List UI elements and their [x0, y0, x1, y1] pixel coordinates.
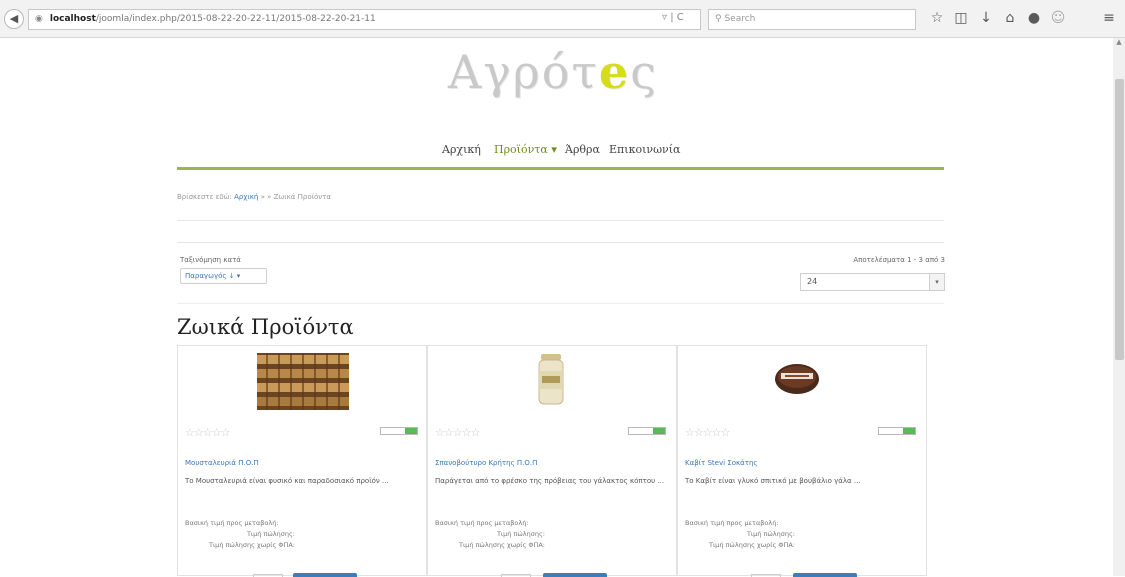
rating-stars: ☆☆☆☆☆ — [435, 426, 480, 439]
toggle-knob — [903, 428, 915, 434]
divider — [177, 303, 944, 304]
product-image[interactable] — [773, 358, 821, 396]
toggle-knob — [405, 428, 417, 434]
page-title: Ζωικά Προϊόντα — [177, 315, 354, 339]
price-without-vat-label: Τιμή πώλησης χωρίς ΦΠΑ: — [459, 541, 545, 549]
sale-price-label: Τιμή πώλησης: — [746, 530, 795, 538]
url-path: /joomla/index.php/2015-08-22-20-22-11/20… — [95, 14, 376, 24]
url-host: localhost — [49, 14, 96, 24]
add-to-cart-button[interactable] — [293, 573, 357, 577]
product-name-link[interactable]: Μουσταλευριά Π.Ο.Π — [185, 459, 259, 467]
product-card: ☆☆☆☆☆ Καβίτ Stevi Σοκάτης Το Καβίτ είναι… — [677, 345, 927, 577]
favorite-toggle[interactable] — [380, 427, 418, 435]
breadcrumb: Βρίσκεστε εδώ: Αρχική » » Ζωικά Προϊόντα — [177, 193, 331, 201]
home-icon[interactable]: ⌂ — [1001, 9, 1019, 27]
nav-item-articles[interactable]: Άρθρα — [565, 143, 600, 156]
price-without-vat-label: Τιμή πώλησης χωρίς ΦΠΑ: — [209, 541, 295, 549]
logo-accent: e — [598, 45, 631, 99]
favorite-toggle[interactable] — [628, 427, 666, 435]
logo-end: ς — [630, 45, 658, 99]
product-prices: Βασική τιμή προς μεταβολή: Τιμή πώλησης:… — [185, 518, 295, 551]
rating-stars: ☆☆☆☆☆ — [685, 426, 730, 439]
search-input[interactable]: ⚲ Search — [708, 9, 916, 30]
nav-item-home[interactable]: Αρχική — [442, 143, 481, 156]
nav-item-contact[interactable]: Επικοινωνία — [609, 143, 680, 156]
chat-icon[interactable]: ● — [1025, 9, 1043, 27]
product-prices: Βασική τιμή προς μεταβολή: Τιμή πώλησης:… — [685, 518, 795, 551]
product-name-link[interactable]: Σπανοβούτυρο Κρήτης Π.Ο.Π — [435, 459, 537, 467]
add-to-cart-button[interactable] — [793, 573, 857, 577]
favorite-toggle[interactable] — [878, 427, 916, 435]
base-price-label: Βασική τιμή προς μεταβολή: — [685, 519, 779, 527]
scrollbar-thumb[interactable] — [1115, 79, 1124, 360]
limit-select[interactable]: 24 ▾ — [800, 273, 945, 291]
search-placeholder: Search — [724, 14, 756, 24]
product-description: Το Μουσταλευριά είναι φυσικό και παραδοσ… — [185, 477, 389, 485]
product-name-link[interactable]: Καβίτ Stevi Σοκάτης — [685, 459, 758, 467]
breadcrumb-prefix: Βρίσκεστε εδώ: — [177, 193, 232, 201]
price-without-vat-label: Τιμή πώλησης χωρίς ΦΠΑ: — [709, 541, 795, 549]
menu-icon[interactable]: ≡ — [1100, 9, 1118, 27]
clipboard-icon[interactable]: ◫ — [952, 9, 970, 27]
product-image[interactable] — [257, 353, 349, 410]
search-icon: ⚲ — [715, 14, 722, 24]
logo-text: Αγρότ — [448, 45, 599, 99]
bookmark-star-icon[interactable]: ☆ — [928, 9, 946, 27]
breadcrumb-current: Ζωικά Προϊόντα — [273, 193, 331, 201]
browser-toolbar: ◀ ◉ localhost/joomla/index.php/2015-08-2… — [0, 0, 1125, 38]
nav-item-products[interactable]: Προϊόντα ▾ — [494, 143, 557, 156]
sort-select[interactable]: Παραγωγός ↓ ▾ — [180, 268, 267, 284]
product-card: ☆☆☆☆☆ Μουσταλευριά Π.Ο.Π Το Μουσταλευριά… — [177, 345, 427, 577]
site-info-icon[interactable]: ◉ — [35, 10, 47, 29]
results-count: Αποτελέσματα 1 - 3 από 3 — [853, 256, 945, 264]
site-logo[interactable]: Αγρότeς — [423, 45, 683, 99]
product-image[interactable] — [537, 354, 565, 407]
breadcrumb-home-link[interactable]: Αρχική — [234, 193, 258, 201]
toggle-knob — [653, 428, 665, 434]
sort-label: Ταξινόμηση κατά — [180, 256, 241, 264]
reload-icon[interactable]: ▿ | C — [662, 12, 684, 23]
divider — [177, 242, 944, 243]
add-to-cart-button[interactable] — [543, 573, 607, 577]
base-price-label: Βασική τιμή προς μεταβολή: — [435, 519, 529, 527]
rating-stars: ☆☆☆☆☆ — [185, 426, 230, 439]
scroll-up-icon[interactable]: ▲ — [1113, 38, 1125, 48]
product-card: ☆☆☆☆☆ Σπανοβούτυρο Κρήτης Π.Ο.Π Παράγετα… — [427, 345, 677, 577]
product-description: Το Καβίτ είναι γλυκό σπιτικό με βουβάλιο… — [685, 477, 861, 485]
chevron-down-icon[interactable]: ▾ — [929, 274, 944, 290]
back-icon[interactable]: ◀ — [4, 9, 24, 29]
sale-price-label: Τιμή πώλησης: — [496, 530, 545, 538]
nav-divider — [177, 167, 944, 170]
smiley-icon[interactable]: ☺ — [1049, 9, 1067, 27]
sale-price-label: Τιμή πώλησης: — [246, 530, 295, 538]
base-price-label: Βασική τιμή προς μεταβολή: — [185, 519, 279, 527]
url-bar[interactable]: ◉ localhost/joomla/index.php/2015-08-22-… — [28, 9, 701, 30]
download-icon[interactable]: ↓ — [977, 9, 995, 27]
divider — [177, 220, 944, 221]
limit-value: 24 — [807, 277, 818, 286]
product-description: Παράγεται από το φρέσκο της πρόβειας του… — [435, 477, 665, 485]
breadcrumb-separator: » » — [260, 193, 272, 201]
product-prices: Βασική τιμή προς μεταβολή: Τιμή πώλησης:… — [435, 518, 545, 551]
